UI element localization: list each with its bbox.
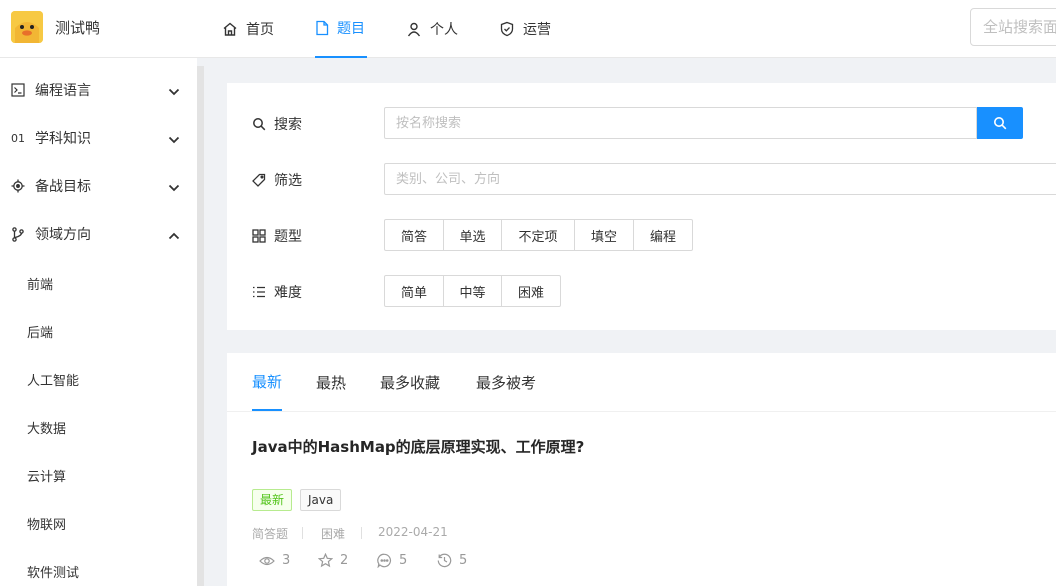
nav-home[interactable]: 首页 [222, 0, 274, 58]
history-count: 5 [459, 553, 468, 568]
views-stat: 3 [259, 553, 290, 568]
nav-questions-label: 题目 [337, 21, 365, 37]
nav-operation-label: 运营 [523, 22, 551, 38]
tab-most-tested[interactable]: 最多被考 [476, 353, 536, 411]
views-count: 3 [282, 553, 291, 568]
difficulty-option-hard[interactable]: 困难 [501, 275, 561, 307]
comments-stat[interactable]: 5 [377, 553, 407, 568]
branch-icon [11, 226, 35, 242]
sidebar-item-goals[interactable]: 备战目标 [0, 162, 197, 210]
file-icon [315, 20, 329, 36]
tab-hottest[interactable]: 最热 [316, 353, 346, 411]
target-icon [11, 179, 35, 193]
sidebar-subitem-iot[interactable]: 物联网 [27, 514, 66, 533]
nav-personal[interactable]: 个人 [406, 0, 458, 58]
tab-most-favorited[interactable]: 最多收藏 [380, 353, 440, 411]
tag-icon [252, 173, 267, 187]
type-option-short-answer[interactable]: 简答 [384, 219, 444, 251]
meta-divider [361, 527, 362, 539]
filter-panel: 搜索 筛选 题型 简答 单选 不定项 填空 编程 难度 简单 中等 困难 [227, 83, 1056, 330]
list-icon [252, 285, 267, 299]
comments-count: 5 [399, 553, 408, 568]
sidebar-item-label: 备战目标 [35, 179, 91, 195]
sort-tabs: 最新 最热 最多收藏 最多被考 [227, 353, 1056, 412]
difficulty-group: 简单 中等 困难 [384, 275, 561, 307]
binary-icon: 01 [11, 131, 25, 145]
top-header: 测试鸭 首页 题目 个人 运营 [0, 0, 1056, 58]
user-icon [406, 21, 422, 37]
filter-label: 筛选 [252, 170, 302, 190]
question-date: 2022-04-21 [378, 525, 448, 539]
sidebar-subitem-testing[interactable]: 软件测试 [27, 562, 79, 581]
eye-icon [259, 555, 275, 567]
grid-icon [252, 229, 267, 243]
comment-icon [377, 553, 392, 568]
sidebar-subitem-frontend[interactable]: 前端 [27, 274, 53, 293]
sidebar-item-subjects[interactable]: 01 学科知识 [0, 114, 197, 162]
search-icon [252, 117, 267, 131]
sidebar-item-label: 编程语言 [35, 83, 91, 99]
nav-home-label: 首页 [246, 22, 274, 38]
global-search-input[interactable] [970, 8, 1056, 46]
nav-operation[interactable]: 运营 [499, 0, 551, 58]
app-title[interactable]: 测试鸭 [55, 17, 100, 38]
sidebar-item-label: 领域方向 [35, 227, 91, 243]
search-label: 搜索 [252, 114, 302, 134]
difficulty-option-medium[interactable]: 中等 [443, 275, 502, 307]
stars-stat[interactable]: 2 [318, 553, 348, 568]
difficulty-option-easy[interactable]: 简单 [384, 275, 444, 307]
sidebar-scrollbar[interactable] [197, 66, 204, 586]
history-stat: 5 [437, 553, 467, 568]
duck-logo[interactable] [11, 11, 43, 43]
question-type: 简答题 [252, 527, 289, 541]
nav-questions[interactable]: 题目 [315, 0, 367, 58]
chevron-down-icon [168, 132, 180, 148]
type-option-fill-blank[interactable]: 填空 [574, 219, 634, 251]
sidebar-item-programming[interactable]: 编程语言 [0, 66, 197, 114]
sidebar-subitem-cloud[interactable]: 云计算 [27, 466, 66, 485]
type-option-single-choice[interactable]: 单选 [443, 219, 502, 251]
question-difficulty: 困难 [321, 527, 346, 541]
chevron-down-icon [168, 180, 180, 196]
tag-java[interactable]: Java [300, 489, 342, 511]
star-icon [318, 553, 333, 568]
sidebar: 编程语言 01 学科知识 备战目标 领域方向 前端 后端 人工智能 大数据 云计… [0, 58, 197, 586]
search-input[interactable] [384, 107, 977, 139]
sidebar-item-domains[interactable]: 领域方向 [0, 210, 197, 258]
sidebar-subitem-ai[interactable]: 人工智能 [27, 370, 79, 389]
meta-divider [302, 527, 303, 539]
chevron-up-icon [168, 228, 180, 244]
shield-check-icon [499, 21, 515, 37]
search-icon [993, 116, 1007, 130]
terminal-icon [11, 83, 35, 97]
home-icon [222, 21, 238, 37]
sidebar-subitem-backend[interactable]: 后端 [27, 322, 53, 341]
tag-newest: 最新 [252, 489, 293, 511]
sidebar-subitem-bigdata[interactable]: 大数据 [27, 418, 66, 437]
tab-newest[interactable]: 最新 [252, 353, 283, 411]
sidebar-item-label: 学科知识 [35, 131, 91, 147]
search-button[interactable] [977, 107, 1023, 139]
chevron-down-icon [168, 84, 180, 100]
stars-count: 2 [340, 553, 349, 568]
question-type-label: 题型 [252, 226, 302, 246]
type-option-programming[interactable]: 编程 [633, 219, 693, 251]
type-option-multiple-choice[interactable]: 不定项 [501, 219, 575, 251]
history-icon [437, 553, 452, 568]
nav-personal-label: 个人 [430, 22, 458, 38]
question-type-group: 简答 单选 不定项 填空 编程 [384, 219, 693, 251]
question-list-panel: 最新 最热 最多收藏 最多被考 Java中的HashMap的底层原理实现、工作原… [227, 353, 1056, 586]
question-title[interactable]: Java中的HashMap的底层原理实现、工作原理? [252, 436, 584, 457]
filter-input[interactable] [384, 163, 1056, 195]
difficulty-label: 难度 [252, 282, 302, 302]
